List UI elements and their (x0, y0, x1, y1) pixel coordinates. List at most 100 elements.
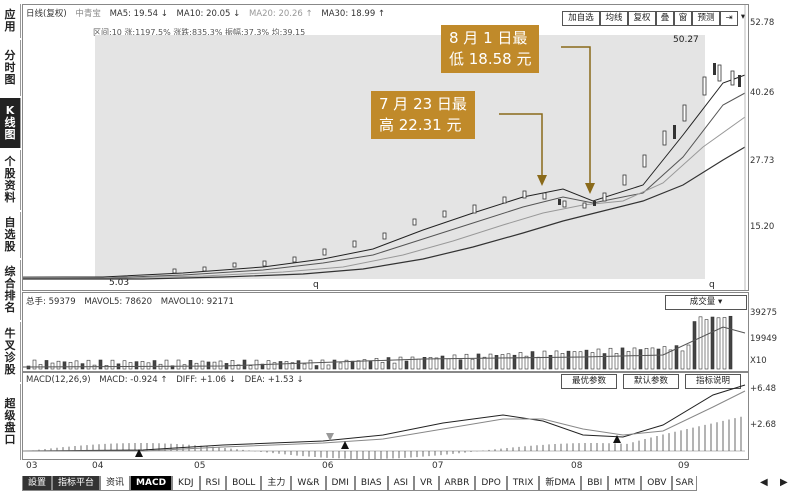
callout-high: 7 月 23 日最 高 22.31 元 (371, 91, 475, 139)
tab-settings[interactable]: 設置 (22, 476, 53, 491)
volume-bar (608, 347, 613, 370)
volume-bar (272, 362, 277, 370)
tab-new-dma[interactable]: 新DMA (539, 476, 582, 491)
volume-bar (134, 361, 139, 370)
volume-bar (596, 348, 601, 370)
tab-vr[interactable]: VR (414, 476, 439, 491)
volume-bar (446, 358, 451, 370)
tab-bias[interactable]: BIAS (354, 476, 388, 491)
volume-bar (602, 353, 607, 370)
volume-bar (584, 349, 589, 370)
volume-bar (176, 359, 181, 370)
volume-bar (488, 353, 493, 370)
tab-main-force[interactable]: 主力 (261, 476, 292, 491)
tab-indicator-platform[interactable]: 指标平台 (52, 476, 101, 491)
tab-bbi[interactable]: BBI (581, 476, 609, 491)
volume-bar (632, 347, 637, 370)
volume-bar (104, 365, 109, 370)
volume-bar (200, 360, 205, 370)
sidebar-item-kline[interactable]: K线图 (0, 98, 21, 148)
x-tick: 06 (322, 461, 334, 471)
volume-bar (164, 359, 169, 370)
volume-bar (626, 351, 631, 370)
volume-bar (302, 363, 307, 370)
volume-bar (338, 362, 343, 370)
volume-bar (554, 350, 559, 370)
sidebar-item-diagnosis[interactable]: 牛叉诊股 (0, 322, 21, 382)
volume-chart (23, 315, 746, 370)
volume-bar (452, 354, 457, 370)
sidebar-item-stock-info[interactable]: 个股资料 (0, 150, 21, 210)
macd-panel[interactable]: MACD(12,26,9) MACD: -0.924 ↑ DIFF: +1.06… (22, 372, 749, 460)
tab-wr[interactable]: W&R (291, 476, 326, 491)
volume-bar (518, 352, 523, 370)
volume-bar (110, 359, 115, 370)
volume-bar (56, 360, 61, 370)
callout-low: 8 月 1 日最 低 18.58 元 (441, 25, 540, 73)
volume-bar (128, 362, 133, 370)
volume-bar (320, 359, 325, 370)
volume-bar (416, 358, 421, 370)
tab-asi[interactable]: ASI (387, 476, 415, 491)
x-tick: 04 (92, 461, 104, 471)
kline-panel[interactable]: 日线(复权) 中青宝 MA5: 19.54 ↓ MA10: 20.05 ↓ MA… (22, 4, 749, 291)
tab-kdj[interactable]: KDJ (172, 476, 200, 491)
volume-bar (644, 348, 649, 370)
sidebar-item-apps[interactable]: 应用 (0, 4, 21, 38)
sidebar-item-label: 分时图 (4, 49, 16, 86)
sidebar-item-ranking[interactable]: 综合排名 (0, 260, 21, 320)
scroll-right-icon[interactable]: ▶ (780, 477, 788, 488)
volume-bar (140, 361, 145, 370)
volume-panel[interactable]: 总手: 59379 MAVOL5: 78620 MAVOL10: 92171 成… (22, 292, 749, 372)
y-tick: 39275 (750, 308, 778, 318)
y-tick: 19949 (750, 334, 778, 344)
volume-bar (122, 360, 127, 370)
volume-bar (296, 360, 301, 370)
volume-bar (698, 316, 703, 370)
tab-boll[interactable]: BOLL (226, 476, 262, 491)
tab-arbr[interactable]: ARBR (438, 476, 476, 491)
sidebar-item-order-book[interactable]: 超级盘口 (0, 384, 21, 460)
volume-bar (542, 350, 547, 370)
volume-bar (332, 359, 337, 370)
sidebar-item-label: 应用 (4, 8, 16, 33)
volume-bar (44, 360, 49, 370)
volume-bar (560, 353, 565, 370)
volume-bar (242, 359, 247, 370)
sidebar-item-label: 个股资料 (4, 155, 16, 204)
tab-rsi[interactable]: RSI (199, 476, 227, 491)
sidebar-item-label: 牛叉诊股 (4, 327, 16, 376)
sidebar-item-intraday[interactable]: 分时图 (0, 40, 21, 96)
volume-bar (278, 361, 283, 370)
tab-sar[interactable]: SAR (672, 476, 697, 491)
volume-bar (728, 315, 733, 370)
volume-bar (392, 362, 397, 370)
volume-bar (152, 360, 157, 370)
sidebar-item-watchlist[interactable]: 自选股 (0, 212, 21, 258)
x-tick: 03 (26, 461, 38, 471)
tab-dmi[interactable]: DMI (325, 476, 355, 491)
volume-bar (68, 361, 73, 370)
volume-bar (398, 356, 403, 370)
sidebar-item-label: 超级盘口 (4, 397, 16, 446)
tab-news[interactable]: 资讯 (100, 476, 131, 491)
x-tick: 09 (678, 461, 690, 471)
tab-obv[interactable]: OBV (641, 476, 673, 491)
volume-bar (692, 321, 697, 370)
volume-bar (386, 357, 391, 370)
volume-bar (530, 351, 535, 370)
high-price-label: 50.27 (673, 35, 699, 45)
tab-dpo[interactable]: DPO (475, 476, 507, 491)
macd-chart (23, 384, 746, 459)
volume-bar (506, 353, 511, 370)
y-tick: 27.73 (750, 156, 775, 166)
tab-trix[interactable]: TRIX (506, 476, 540, 491)
scroll-left-icon[interactable]: ◀ (760, 477, 768, 488)
volume-bar (368, 361, 373, 370)
tab-mtm[interactable]: MTM (608, 476, 642, 491)
volume-bar (248, 365, 253, 370)
volume-bar (512, 354, 517, 370)
sidebar-item-label: K线图 (4, 104, 16, 141)
tab-macd[interactable]: MACD (130, 476, 173, 491)
volume-bar (590, 352, 595, 370)
